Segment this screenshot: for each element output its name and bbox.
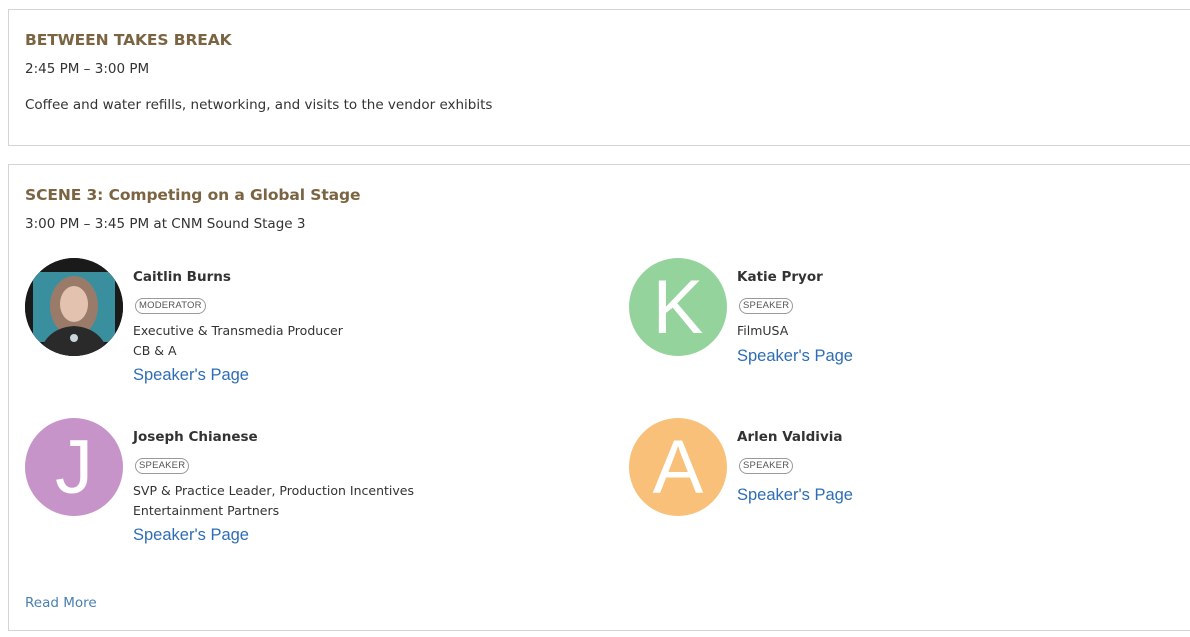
- speaker-letter-avatar[interactable]: K: [629, 258, 727, 356]
- avatar-letter: A: [652, 425, 704, 510]
- scene-session-card: SCENE 3: Competing on a Global Stage 3:0…: [8, 164, 1190, 631]
- speaker-title: SVP & Practice Leader, Production Incent…: [133, 483, 414, 498]
- speaker-arlen-valdivia: A Arlen Valdivia SPEAKER Speaker's Page: [629, 418, 1149, 558]
- speaker-page-link[interactable]: Speaker's Page: [737, 486, 853, 505]
- session-title: SCENE 3: Competing on a Global Stage: [25, 186, 361, 204]
- speaker-page-link[interactable]: Speaker's Page: [133, 526, 249, 545]
- speaker-name: Arlen Valdivia: [737, 429, 843, 445]
- session-time: 3:00 PM – 3:45 PM: [25, 216, 150, 232]
- portrait-photo-icon: [25, 258, 123, 356]
- session-time-location: 3:00 PM – 3:45 PM at CNM Sound Stage 3: [25, 216, 305, 232]
- read-more-link[interactable]: Read More: [25, 595, 97, 611]
- speaker-page-link[interactable]: Speaker's Page: [133, 366, 249, 385]
- speaker-company: CB & A: [133, 343, 177, 358]
- speaker-name: Joseph Chianese: [133, 429, 258, 445]
- session-location: CNM Sound Stage 3: [171, 216, 306, 232]
- speaker-joseph-chianese: J Joseph Chianese SPEAKER SVP & Practice…: [25, 418, 545, 558]
- speaker-role-badge: SPEAKER: [135, 458, 190, 474]
- session-title: BETWEEN TAKES BREAK: [25, 31, 232, 49]
- speaker-title: Executive & Transmedia Producer: [133, 323, 343, 338]
- speaker-letter-avatar[interactable]: J: [25, 418, 123, 516]
- speaker-role-badge: SPEAKER: [739, 298, 794, 314]
- speaker-company: Entertainment Partners: [133, 503, 280, 518]
- speaker-name: Katie Pryor: [737, 269, 823, 285]
- speaker-page-link[interactable]: Speaker's Page: [737, 347, 853, 366]
- avatar-letter: J: [55, 425, 93, 510]
- session-location-prefix: at: [153, 216, 167, 232]
- speaker-role-badge: SPEAKER: [739, 458, 794, 474]
- speaker-caitlin-burns: Caitlin Burns MODERATOR Executive & Tran…: [25, 258, 545, 398]
- break-session-card: BETWEEN TAKES BREAK 2:45 PM – 3:00 PM Co…: [8, 9, 1190, 146]
- session-time: 2:45 PM – 3:00 PM: [25, 61, 150, 77]
- speaker-company: FilmUSA: [737, 323, 789, 338]
- speaker-photo-avatar[interactable]: [25, 258, 123, 356]
- speaker-letter-avatar[interactable]: A: [629, 418, 727, 516]
- avatar-letter: K: [652, 265, 704, 350]
- speaker-katie-pryor: K Katie Pryor SPEAKER FilmUSA Speaker's …: [629, 258, 1149, 398]
- speaker-role-badge: MODERATOR: [135, 298, 206, 314]
- speaker-name: Caitlin Burns: [133, 269, 231, 285]
- session-description: Coffee and water refills, networking, an…: [25, 97, 493, 113]
